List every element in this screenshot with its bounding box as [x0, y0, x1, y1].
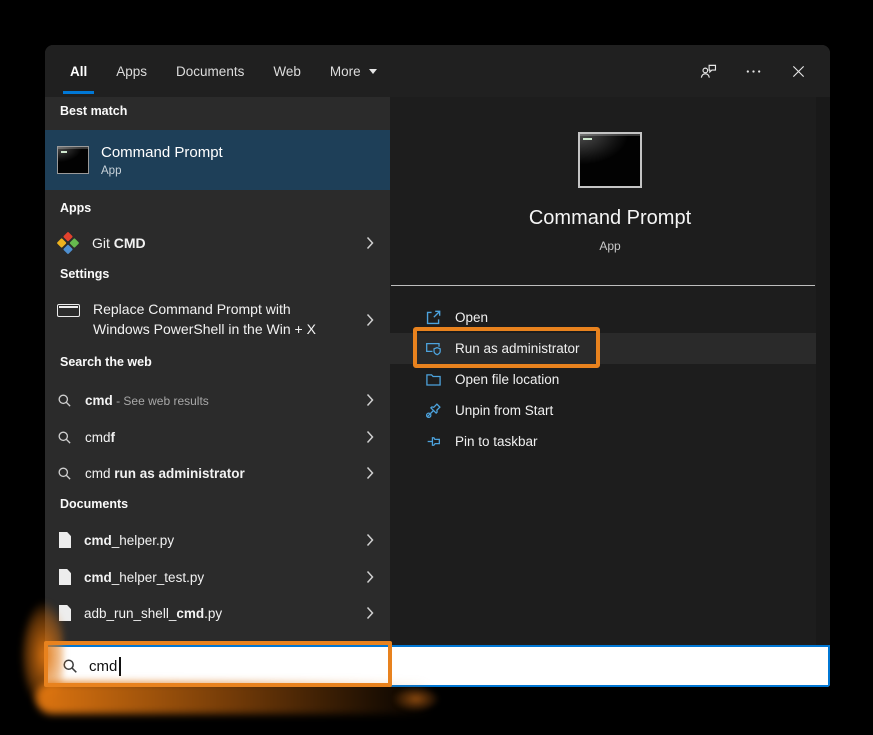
- result-web-cmd[interactable]: cmd - See web results: [45, 385, 390, 415]
- chevron-right-icon[interactable]: [366, 570, 374, 584]
- document-icon: [59, 532, 71, 548]
- tab-all-label: All: [70, 64, 87, 79]
- admin-shield-icon: [425, 340, 442, 357]
- header-actions: [698, 45, 808, 97]
- settings-window-icon: [57, 304, 80, 317]
- result-doc-cmd-helper-test[interactable]: cmd_helper_test.py: [45, 562, 390, 592]
- section-best-match: Best match: [60, 104, 127, 118]
- section-search-the-web: Search the web: [60, 355, 152, 369]
- chevron-down-icon: [369, 69, 377, 74]
- scrollbar-track[interactable]: [816, 97, 830, 645]
- search-flyout-window: All Apps Documents Web More: [45, 45, 830, 687]
- result-web-cmdf[interactable]: cmdf: [45, 422, 390, 452]
- tab-web-label: Web: [273, 64, 301, 79]
- preview-title: Command Prompt: [390, 207, 830, 230]
- result-label: cmd - See web results: [85, 393, 209, 408]
- orange-glow-smudge: [392, 686, 440, 712]
- result-label: cmd run as administrator: [85, 466, 245, 481]
- tab-web[interactable]: Web: [271, 45, 303, 97]
- chevron-right-icon[interactable]: [366, 393, 374, 407]
- feedback-icon[interactable]: [698, 61, 718, 81]
- open-icon: [425, 309, 442, 326]
- action-run-as-administrator[interactable]: Run as administrator: [390, 333, 816, 364]
- search-filter-tabs: All Apps Documents Web More: [68, 45, 379, 97]
- file-location-icon: [425, 371, 442, 388]
- action-label: Open: [455, 310, 488, 325]
- search-icon: [57, 430, 72, 445]
- action-label: Open file location: [455, 372, 559, 387]
- result-web-cmd-run-as-administrator[interactable]: cmd run as administrator: [45, 458, 390, 488]
- result-label: Replace Command Prompt with Windows Powe…: [93, 299, 316, 339]
- tab-all[interactable]: All: [68, 45, 89, 97]
- search-header: All Apps Documents Web More: [45, 45, 830, 97]
- search-icon: [57, 393, 72, 408]
- context-actions: Open Run as administrator Open file loca…: [390, 302, 816, 457]
- action-open-file-location[interactable]: Open file location: [390, 364, 816, 395]
- result-label: cmd_helper_test.py: [84, 570, 204, 585]
- results-panel: Best match Command Prompt App Apps Git C…: [45, 97, 390, 645]
- document-icon: [59, 605, 71, 621]
- chevron-right-icon[interactable]: [366, 313, 374, 327]
- preview-panel: Command Prompt App Open Run as administr…: [390, 97, 830, 645]
- result-doc-adb-run-shell-cmd[interactable]: adb_run_shell_cmd.py: [45, 598, 390, 628]
- best-match-text: Command Prompt App: [101, 144, 223, 177]
- search-icon: [62, 658, 78, 674]
- tab-more-label: More: [330, 64, 361, 79]
- command-prompt-large-icon: [578, 132, 642, 188]
- result-command-prompt[interactable]: Command Prompt App: [45, 130, 390, 190]
- chevron-right-icon[interactable]: [366, 430, 374, 444]
- section-documents: Documents: [60, 497, 128, 511]
- action-open[interactable]: Open: [390, 302, 816, 333]
- close-icon[interactable]: [788, 61, 808, 81]
- chevron-right-icon[interactable]: [366, 606, 374, 620]
- result-label: Git CMD: [92, 235, 146, 251]
- section-settings: Settings: [60, 267, 109, 281]
- tab-apps-label: Apps: [116, 64, 147, 79]
- action-label: Pin to taskbar: [455, 434, 538, 449]
- action-label: Run as administrator: [455, 341, 580, 356]
- more-options-icon[interactable]: [743, 61, 763, 81]
- preview-subtitle: App: [390, 239, 830, 253]
- unpin-icon: [425, 402, 442, 419]
- chevron-right-icon[interactable]: [366, 236, 374, 250]
- search-input[interactable]: cmd: [45, 645, 830, 687]
- chevron-right-icon[interactable]: [366, 533, 374, 547]
- result-label: cmd_helper.py: [84, 533, 174, 548]
- action-label: Unpin from Start: [455, 403, 553, 418]
- git-icon: [57, 232, 79, 254]
- action-unpin-from-start[interactable]: Unpin from Start: [390, 395, 816, 426]
- document-icon: [59, 569, 71, 585]
- tab-apps[interactable]: Apps: [114, 45, 149, 97]
- tab-documents[interactable]: Documents: [174, 45, 246, 97]
- tab-more[interactable]: More: [328, 45, 379, 97]
- command-prompt-icon: [57, 146, 89, 174]
- best-match-title: Command Prompt: [101, 144, 223, 161]
- pin-icon: [425, 433, 442, 450]
- search-query-text: cmd: [89, 658, 117, 675]
- result-label: adb_run_shell_cmd.py: [84, 606, 222, 621]
- result-label: cmdf: [85, 430, 115, 445]
- preview-divider: [391, 285, 815, 286]
- result-replace-powershell[interactable]: Replace Command Prompt with Windows Powe…: [45, 292, 390, 348]
- section-apps: Apps: [60, 201, 91, 215]
- action-pin-to-taskbar[interactable]: Pin to taskbar: [390, 426, 816, 457]
- result-git-cmd[interactable]: Git CMD: [45, 224, 390, 262]
- text-cursor: [119, 657, 121, 676]
- result-doc-cmd-helper[interactable]: cmd_helper.py: [45, 525, 390, 555]
- best-match-subtitle: App: [101, 165, 223, 177]
- search-icon: [57, 466, 72, 481]
- tab-documents-label: Documents: [176, 64, 244, 79]
- chevron-right-icon[interactable]: [366, 466, 374, 480]
- screenshot-stage: All Apps Documents Web More: [0, 0, 873, 735]
